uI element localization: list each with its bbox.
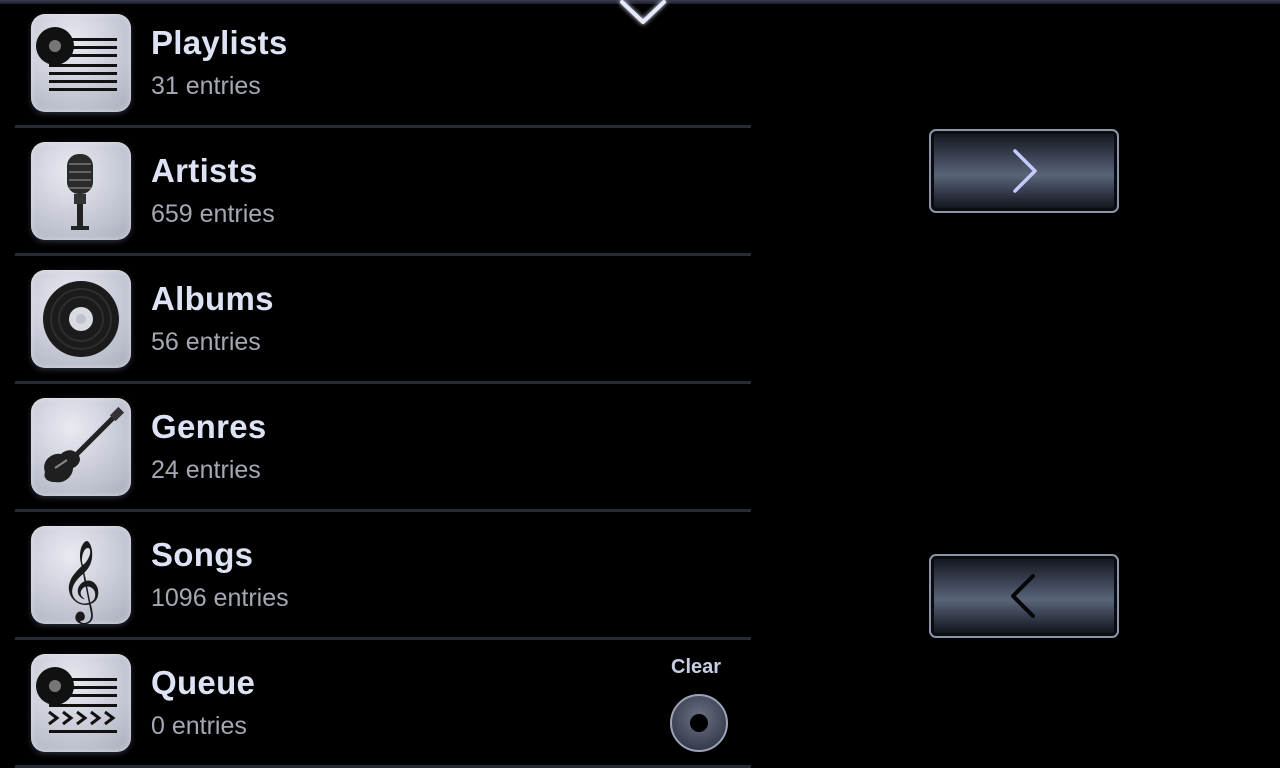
microphone-icon (31, 142, 131, 240)
clear-queue-button[interactable] (670, 694, 728, 752)
list-item-count: 24 entries (151, 456, 261, 484)
list-item-count: 31 entries (151, 72, 261, 100)
list-item-title: Playlists (151, 24, 288, 61)
list-item-queue[interactable]: Queue 0 entries Clear (15, 640, 751, 768)
list-item-count: 659 entries (151, 200, 275, 228)
list-item-albums[interactable]: Albums 56 entries (15, 256, 751, 384)
previous-page-button[interactable] (929, 554, 1119, 638)
clear-button-dot (690, 714, 708, 732)
queue-icon (31, 654, 131, 752)
chevron-left-icon (1011, 574, 1035, 618)
list-item-artists[interactable]: Artists 659 entries (15, 128, 751, 256)
list-item-title: Artists (151, 152, 258, 189)
list-item-count: 0 entries (151, 712, 247, 740)
list-item-count: 1096 entries (151, 584, 289, 612)
list-item-playlists[interactable]: Playlists 31 entries (15, 0, 751, 128)
list-item-title: Songs (151, 536, 254, 573)
treble-clef-icon: 𝄞 (31, 526, 131, 624)
album-disc-icon (31, 270, 131, 368)
playlist-icon (31, 14, 131, 112)
guitar-icon (31, 398, 131, 496)
list-item-genres[interactable]: Genres 24 entries (15, 384, 751, 512)
list-item-title: Genres (151, 408, 267, 445)
next-page-button[interactable] (929, 129, 1119, 213)
list-item-count: 56 entries (151, 328, 261, 356)
clear-queue-label: Clear (671, 656, 722, 678)
svg-text:𝄞: 𝄞 (60, 539, 101, 624)
library-list: Playlists 31 entries Artists 659 entries (15, 0, 751, 768)
list-item-title: Albums (151, 280, 274, 317)
list-item-title: Queue (151, 664, 256, 701)
chevron-right-icon (1013, 149, 1037, 193)
list-item-songs[interactable]: 𝄞 Songs 1096 entries (15, 512, 751, 640)
